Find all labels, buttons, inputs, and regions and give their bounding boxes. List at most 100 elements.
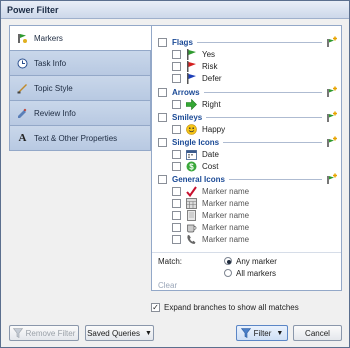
clear-link[interactable]: Clear: [158, 279, 177, 291]
group-label: Smileys: [172, 112, 203, 122]
marker-row-date: Date: [172, 148, 219, 160]
marker-checkbox[interactable]: [172, 234, 181, 244]
notebook-icon: [186, 209, 197, 221]
add-marker-icon[interactable]: [326, 36, 338, 48]
group-checkbox[interactable]: [158, 174, 167, 184]
marker-checkbox[interactable]: [172, 49, 181, 59]
match-option-all[interactable]: All markers: [224, 267, 276, 279]
marker-label: Cost: [202, 161, 219, 171]
group-general-icons: General Icons: [158, 173, 338, 185]
filter-icon: [240, 328, 251, 338]
marker-checkbox[interactable]: [172, 73, 181, 83]
tab-topic-style[interactable]: Topic Style: [9, 76, 151, 101]
marker-checkbox[interactable]: [172, 124, 181, 134]
marker-label: Marker name: [202, 222, 250, 232]
expand-branches-checkbox[interactable]: [151, 302, 160, 312]
radio-label: Any marker: [236, 256, 277, 266]
marker-row-general-4: Marker name: [172, 221, 249, 233]
radio-label: All markers: [236, 268, 277, 278]
group-checkbox[interactable]: [158, 112, 167, 122]
group-label: Single Icons: [172, 137, 220, 147]
button-label: Filter: [253, 328, 272, 338]
group-checkbox[interactable]: [158, 37, 167, 47]
group-arrows: Arrows: [158, 86, 338, 98]
dollar-icon: $: [186, 161, 197, 172]
saved-queries-button[interactable]: Saved Queries ▼: [85, 325, 154, 341]
checkmark-icon: [186, 185, 197, 197]
smiley-icon: [186, 123, 197, 135]
tab-label: Markers: [34, 33, 63, 43]
marker-label: Right: [202, 99, 221, 109]
coffee-cup-icon: [186, 222, 197, 233]
filter-icon: [12, 328, 23, 338]
marker-label: Marker name: [202, 234, 250, 244]
tab-label: Review Info: [34, 108, 76, 118]
calendar-grid-icon: [186, 197, 197, 209]
marker-row-general-3: Marker name: [172, 209, 249, 221]
tab-label: Task Info: [34, 58, 67, 68]
marker-checkbox[interactable]: [172, 222, 181, 232]
marker-checkbox[interactable]: [172, 161, 181, 171]
expand-branches-label: Expand branches to show all matches: [164, 302, 299, 312]
expand-branches-option[interactable]: Expand branches to show all matches: [151, 301, 299, 313]
tab-markers[interactable]: Markers: [9, 25, 151, 51]
group-divider: [228, 178, 322, 180]
group-label: General Icons: [172, 174, 225, 184]
group-divider: [203, 91, 322, 93]
group-label: Arrows: [172, 87, 200, 97]
marker-label: Marker name: [202, 186, 250, 196]
add-marker-icon[interactable]: [326, 136, 338, 148]
marker-checkbox[interactable]: [172, 61, 181, 71]
marker-label: Defer: [202, 73, 222, 83]
marker-row-risk: Risk: [172, 60, 218, 72]
group-label: Flags: [172, 37, 193, 47]
radio-button[interactable]: [224, 257, 232, 265]
match-label: Match:: [158, 256, 183, 266]
marker-row-defer: Defer: [172, 72, 222, 84]
button-label: Saved Queries: [87, 328, 140, 338]
remove-filter-button[interactable]: Remove Filter: [9, 325, 79, 341]
right-arrow-icon: [186, 98, 197, 110]
review-icon: [17, 108, 28, 119]
group-checkbox[interactable]: [158, 87, 167, 97]
clock-icon: [17, 58, 28, 69]
add-marker-icon[interactable]: [326, 111, 338, 123]
radio-button[interactable]: [224, 269, 232, 277]
marker-row-cost: $ Cost: [172, 160, 218, 172]
panel-divider: [152, 252, 341, 253]
marker-checkbox[interactable]: [172, 198, 181, 208]
marker-label: Risk: [202, 61, 218, 71]
marker-label: Date: [202, 149, 219, 159]
markers-icon: [17, 33, 28, 44]
group-checkbox[interactable]: [158, 137, 167, 147]
marker-checkbox[interactable]: [172, 99, 181, 109]
marker-checkbox[interactable]: [172, 149, 181, 159]
marker-row-yes: Yes: [172, 48, 215, 60]
markers-panel: Flags Yes Risk Defer Arrows Right Smiley…: [151, 25, 342, 291]
filter-button[interactable]: Filter ▼: [236, 325, 288, 341]
tab-label: Topic Style: [34, 83, 73, 93]
tab-text-other-properties[interactable]: A Text & Other Properties: [9, 126, 151, 151]
marker-checkbox[interactable]: [172, 186, 181, 196]
marker-label: Yes: [202, 49, 216, 59]
category-tabs: Markers Task Info Topic Style Review Inf…: [9, 25, 151, 151]
marker-row-general-1: Marker name: [172, 185, 249, 197]
phone-icon: [186, 234, 197, 245]
style-icon: [17, 83, 28, 94]
cancel-button[interactable]: Cancel: [293, 325, 342, 341]
calendar-icon: [186, 149, 197, 160]
chevron-down-icon: ▼: [144, 329, 152, 337]
marker-row-general-5: Marker name: [172, 233, 249, 245]
add-marker-icon[interactable]: [326, 86, 338, 98]
tab-task-info[interactable]: Task Info: [9, 51, 151, 76]
svg-text:$: $: [189, 162, 194, 171]
group-smileys: Smileys: [158, 111, 338, 123]
marker-label: Marker name: [202, 210, 250, 220]
marker-label: Marker name: [202, 198, 250, 208]
chevron-down-icon: ▼: [276, 329, 284, 337]
window-title: Power Filter: [1, 1, 349, 19]
tab-review-info[interactable]: Review Info: [9, 101, 151, 126]
add-marker-icon[interactable]: [326, 173, 338, 185]
match-option-any[interactable]: Any marker: [224, 255, 277, 267]
marker-checkbox[interactable]: [172, 210, 181, 220]
